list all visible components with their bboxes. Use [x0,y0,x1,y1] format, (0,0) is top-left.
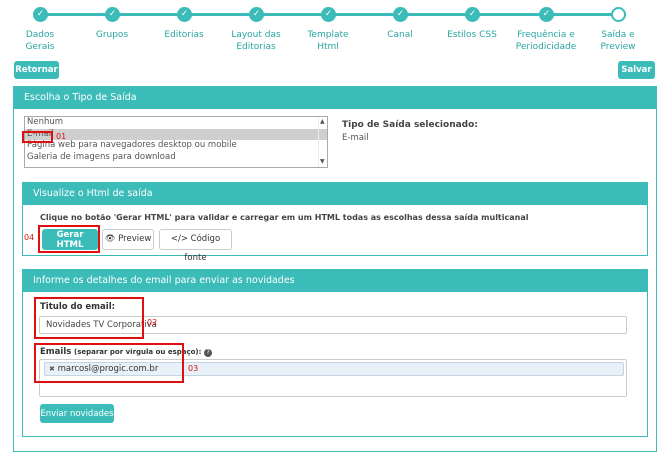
scroll-down-icon[interactable]: ▼ [320,159,325,165]
output-type-listbox[interactable]: Nenhum E-mail Página web para navegadore… [24,116,328,168]
scroll-up-icon[interactable]: ▲ [320,119,325,125]
source-code-button[interactable]: </> Código fonte [159,229,232,263]
preview-button-label: Preview [118,234,152,244]
send-news-button[interactable]: Enviar novidades [40,404,114,423]
wizard-progress: ✓ Dados Gerais ✓ Grupos ✓ Editorias ✓ Layout da… [0,0,670,58]
check-icon: ✓ [465,7,480,22]
annotation-label-04: 04 [24,233,35,242]
check-icon: ✓ [539,7,554,22]
annotation-label-03: 03 [188,364,199,373]
check-icon: ✓ [177,7,192,22]
wizard-step-label: Grupos [95,30,129,40]
save-button[interactable]: Salvar [618,61,655,79]
wizard-step-label: Layout das Editorias [231,30,281,52]
listbox-option[interactable]: Galeria de imagens para download [25,152,327,164]
wizard-step-label: Saída e Preview [600,30,636,52]
wizard-step-label: Editorias [164,30,204,40]
annotation-label-02: 02 [147,318,158,327]
output-type-panel-title: Escolha o Tipo de Saída [14,87,656,109]
annotation-box-03 [34,343,184,383]
code-icon: </> [170,234,188,244]
selected-type-heading: Tipo de Saída selecionado: [342,120,478,130]
email-details-panel-title: Informe os detalhes do email para enviar… [23,270,647,292]
output-type-panel: Escolha o Tipo de Saída Nenhum E-mail Pá… [13,86,657,452]
annotation-label-01: 01 [56,132,67,141]
annotation-box-04 [38,225,100,253]
annotation-box-01 [22,131,53,143]
html-output-panel-title: Visualize o Html de saída [23,183,647,205]
listbox-scrollbar[interactable]: ▲ ▼ [318,117,327,167]
listbox-option-selected[interactable]: E-mail [25,128,327,140]
check-icon: ✓ [321,7,336,22]
eye-icon: 👁︎ [104,234,116,244]
check-icon: ✓ [249,7,264,22]
preview-button[interactable]: 👁︎ Preview [102,229,154,250]
wizard-step-label: Dados Gerais [25,30,55,52]
wizard-step-label: Estilos CSS [447,30,497,40]
wizard-step-label: Frequência e Periodicidade [515,30,577,52]
current-step-icon [611,7,626,22]
annotation-box-02 [34,297,144,339]
selected-type-value: E-mail [342,133,369,143]
listbox-option[interactable]: Nenhum [25,117,327,129]
check-icon: ✓ [393,7,408,22]
check-icon: ✓ [105,7,120,22]
wizard-step-label: Canal [387,30,413,40]
listbox-option[interactable]: Página web para navegadores desktop ou m… [25,140,327,152]
check-icon: ✓ [33,7,48,22]
html-instruction-text: Clique no botão 'Gerar HTML' para valida… [40,213,529,222]
back-button[interactable]: Retornar [14,61,59,79]
wizard-step-label: Template Html [307,30,349,52]
help-icon[interactable]: ? [204,349,213,357]
